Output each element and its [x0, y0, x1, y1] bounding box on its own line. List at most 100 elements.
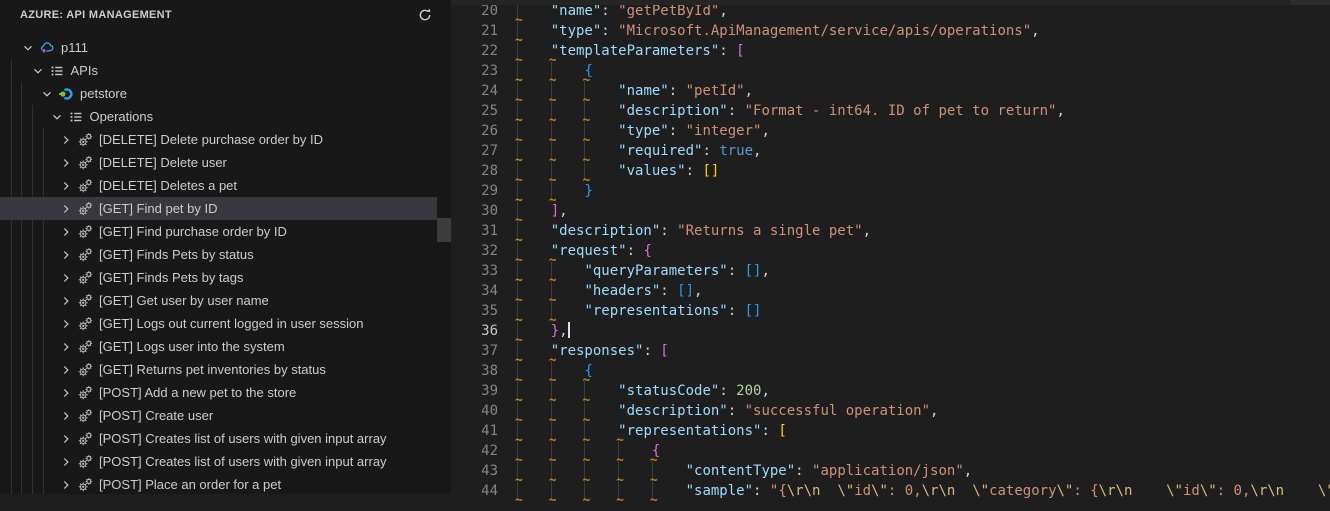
- chevron-right-icon[interactable]: [58, 270, 74, 286]
- gears-icon: [77, 477, 93, 493]
- chevron-right-icon[interactable]: [58, 201, 74, 217]
- code-line-22[interactable]: 22"templateParameters": [~~: [451, 41, 1330, 61]
- code-line-35[interactable]: 35"representations": []~~: [451, 301, 1330, 321]
- tree-item-post-creates-list-of-users-with-given-input-array[interactable]: [POST] Creates list of users with given …: [0, 450, 437, 473]
- chevron-right-icon[interactable]: [58, 132, 74, 148]
- tree-item-petstore[interactable]: petstore: [0, 82, 437, 105]
- code-text: {: [584, 61, 592, 81]
- tree-item-delete-delete-user[interactable]: [DELETE] Delete user: [0, 151, 437, 174]
- tree-item-label: [POST] Place an order for a pet: [99, 477, 281, 492]
- code-line-43[interactable]: 43"contentType": "application/json",~~~~…: [451, 461, 1330, 481]
- tree-item-get-finds-pets-by-status[interactable]: [GET] Finds Pets by status: [0, 243, 437, 266]
- sidebar-header: AZURE: API MANAGEMENT: [0, 0, 451, 30]
- indent-guide: [551, 441, 552, 461]
- chevron-right-icon[interactable]: [58, 316, 74, 332]
- chevron-right-icon[interactable]: [58, 155, 74, 171]
- code-line-26[interactable]: 26"type": "integer",~~~: [451, 121, 1330, 141]
- tree-item-delete-delete-purchase-order-by-id[interactable]: [DELETE] Delete purchase order by ID: [0, 128, 437, 151]
- token-str: "Microsoft.ApiManagement/service/apis/op…: [618, 23, 1031, 39]
- apim-tree: p111APIspetstoreOperations[DELETE] Delet…: [0, 36, 451, 494]
- token-key: "statusCode": [618, 383, 719, 399]
- line-number: 30: [451, 201, 498, 221]
- tree-item-get-get-user-by-user-name[interactable]: [GET] Get user by user name: [0, 289, 437, 312]
- code-line-24[interactable]: 24"name": "petId",~~~: [451, 81, 1330, 101]
- chevron-down-icon[interactable]: [39, 86, 55, 102]
- code-line-25[interactable]: 25"description": "Format - int64. ID of …: [451, 101, 1330, 121]
- token-key: "request": [551, 243, 627, 259]
- token-str: id: [854, 483, 871, 499]
- gears-icon: [77, 270, 93, 286]
- tree-item-post-create-user[interactable]: [POST] Create user: [0, 404, 437, 427]
- tree-item-label: [POST] Creates list of users with given …: [99, 431, 387, 446]
- tree-item-apis[interactable]: APIs: [0, 59, 437, 82]
- sidebar-scrollbar-thumb[interactable]: [437, 218, 451, 242]
- chevron-right-icon[interactable]: [58, 247, 74, 263]
- chevron-down-icon[interactable]: [49, 109, 65, 125]
- indent-guide: [517, 441, 518, 461]
- refresh-icon[interactable]: [415, 5, 435, 25]
- indent-guide: [551, 161, 552, 181]
- chevron-right-icon[interactable]: [58, 385, 74, 401]
- code-line-31[interactable]: 31"description": "Returns a single pet",…: [451, 221, 1330, 241]
- token-punct: ,: [753, 143, 761, 159]
- chevron-right-icon[interactable]: [58, 408, 74, 424]
- code-line-40[interactable]: 40"description": "successful operation",…: [451, 401, 1330, 421]
- tree-item-get-find-purchase-order-by-id[interactable]: [GET] Find purchase order by ID: [0, 220, 437, 243]
- token-punct: ,: [930, 403, 938, 419]
- code-line-34[interactable]: 34"headers": [],~~: [451, 281, 1330, 301]
- chevron-right-icon[interactable]: [58, 178, 74, 194]
- code-line-27[interactable]: 27"required": true,~~~: [451, 141, 1330, 161]
- line-number: 25: [451, 101, 498, 121]
- code-line-29[interactable]: 29}~~: [451, 181, 1330, 201]
- tree-item-post-creates-list-of-users-with-given-input-array[interactable]: [POST] Creates list of users with given …: [0, 427, 437, 450]
- code-line-37[interactable]: 37"responses": [~~: [451, 341, 1330, 361]
- list-icon: [49, 63, 65, 79]
- code-line-38[interactable]: 38{~~~: [451, 361, 1330, 381]
- token-bool: true: [719, 143, 753, 159]
- code-line-41[interactable]: 41"representations": [~~~~: [451, 421, 1330, 441]
- tree-item-get-returns-pet-inventories-by-status[interactable]: [GET] Returns pet inventories by status: [0, 358, 437, 381]
- tree-item-get-logs-user-into-the-system[interactable]: [GET] Logs user into the system: [0, 335, 437, 358]
- line-number: 35: [451, 301, 498, 321]
- code-text: "representations": []: [584, 301, 761, 321]
- chevron-down-icon[interactable]: [30, 63, 46, 79]
- chevron-right-icon[interactable]: [58, 454, 74, 470]
- code-line-28[interactable]: 28"values": []~~~: [451, 161, 1330, 181]
- tree-item-delete-deletes-a-pet[interactable]: [DELETE] Deletes a pet: [0, 174, 437, 197]
- code-line-39[interactable]: 39"statusCode": 200,~~~: [451, 381, 1330, 401]
- tree-item-label: [GET] Logs out current logged in user se…: [99, 316, 363, 331]
- code-line-36[interactable]: 36},~: [451, 321, 1330, 341]
- code-line-21[interactable]: 21"type": "Microsoft.ApiManagement/servi…: [451, 21, 1330, 41]
- tree-item-post-add-a-new-pet-to-the-store[interactable]: [POST] Add a new pet to the store: [0, 381, 437, 404]
- code-line-44[interactable]: 44"sample": "{\r\n \"id\": 0,\r\n \"cate…: [451, 481, 1330, 501]
- chevron-down-icon[interactable]: [20, 40, 36, 56]
- chevron-right-icon[interactable]: [58, 293, 74, 309]
- chevron-right-icon[interactable]: [58, 339, 74, 355]
- code-line-30[interactable]: 30],~: [451, 201, 1330, 221]
- tree-item-label: APIs: [71, 63, 98, 78]
- code-line-23[interactable]: 23{~~~: [451, 61, 1330, 81]
- tree-item-get-logs-out-current-logged-in-user-session[interactable]: [GET] Logs out current logged in user se…: [0, 312, 437, 335]
- tree-item-post-place-an-order-for-a-pet[interactable]: [POST] Place an order for a pet: [0, 473, 437, 494]
- code-area[interactable]: 20"name": "getPetById",~21"type": "Micro…: [451, 1, 1330, 501]
- token-punct: ,: [719, 3, 727, 19]
- code-line-32[interactable]: 32"request": {~~: [451, 241, 1330, 261]
- line-number: 31: [451, 221, 498, 241]
- json-editor[interactable]: 20"name": "getPetById",~21"type": "Micro…: [451, 0, 1330, 494]
- indent-guide: [618, 461, 619, 481]
- tree-item-p111[interactable]: p111: [0, 36, 437, 59]
- token-b3: []: [677, 283, 694, 299]
- indent-guide: [517, 101, 518, 121]
- chevron-right-icon[interactable]: [58, 431, 74, 447]
- tree-item-get-finds-pets-by-tags[interactable]: [GET] Finds Pets by tags: [0, 266, 437, 289]
- indent-guide: [652, 461, 653, 481]
- tree-item-operations[interactable]: Operations: [0, 105, 437, 128]
- chevron-right-icon[interactable]: [58, 224, 74, 240]
- token-key: "contentType": [686, 463, 796, 479]
- tree-item-get-find-pet-by-id[interactable]: [GET] Find pet by ID: [0, 197, 437, 220]
- chevron-right-icon[interactable]: [58, 362, 74, 378]
- code-line-42[interactable]: 42{~~~~~: [451, 441, 1330, 461]
- indent-guide: [584, 381, 585, 401]
- code-line-33[interactable]: 33"queryParameters": [],~~: [451, 261, 1330, 281]
- chevron-right-icon[interactable]: [58, 477, 74, 493]
